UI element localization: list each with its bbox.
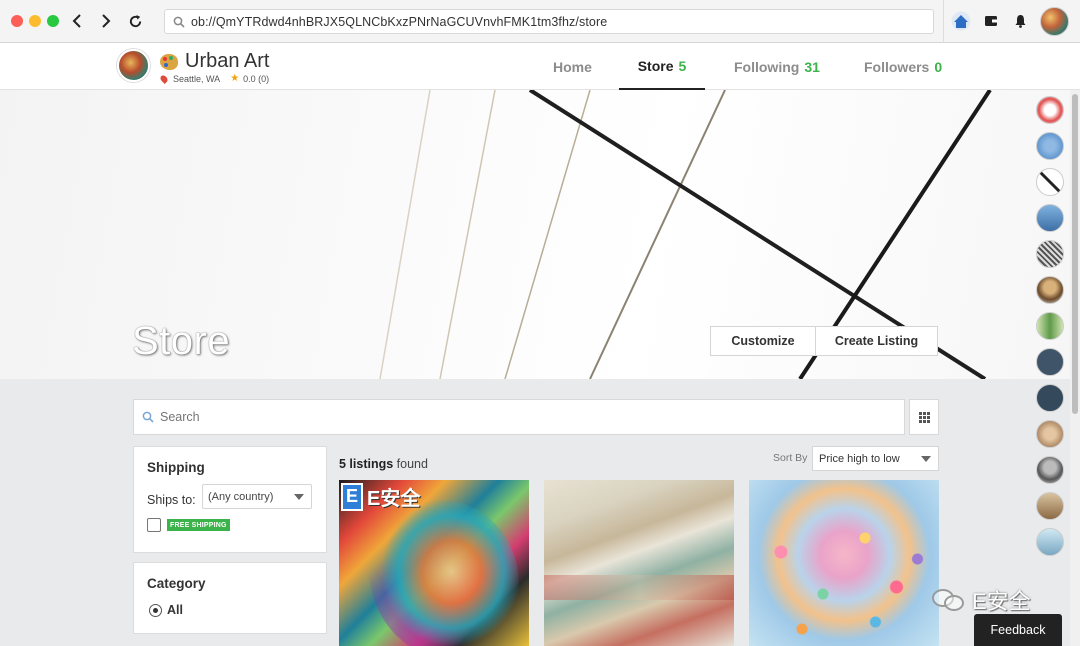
home-icon	[951, 11, 971, 31]
listing-card[interactable]: E E安全	[339, 480, 529, 646]
store-title[interactable]: Urban Art	[185, 50, 269, 73]
tab-store-label: Store	[637, 57, 674, 74]
watermark: E安全	[932, 584, 1031, 616]
grid-view-button[interactable]	[909, 399, 939, 435]
sort-value: Price high to low	[819, 452, 900, 465]
forward-button[interactable]	[95, 9, 117, 33]
home-button[interactable]	[951, 11, 971, 31]
followed-store-avatar[interactable]	[1036, 132, 1064, 160]
wallet-button[interactable]	[981, 11, 1001, 31]
back-button[interactable]	[66, 9, 88, 33]
user-avatar[interactable]	[1040, 7, 1069, 36]
minimize-window-button[interactable]	[29, 15, 41, 27]
store-meta: Seattle, WA ★ 0.0 (0)	[159, 73, 269, 84]
tab-store-count: 5	[678, 57, 687, 74]
category-filter-panel: Category All	[133, 562, 327, 634]
customize-button[interactable]: Customize	[711, 327, 815, 355]
grid-icon	[918, 411, 930, 423]
followed-store-avatar[interactable]	[1036, 168, 1064, 196]
tab-followers-count: 0	[934, 58, 943, 75]
ships-to-label: Ships to:	[147, 493, 196, 507]
maximize-window-button[interactable]	[47, 15, 59, 27]
search-icon	[142, 411, 154, 423]
search-icon	[173, 16, 185, 28]
search-input[interactable]	[160, 410, 860, 424]
tab-store[interactable]: Store 5	[619, 43, 705, 90]
address-bar[interactable]: ob://QmYTRdwd4nhBRJX5QLNCbKxzPNrNaGCUVnv…	[164, 9, 934, 34]
tab-following-label: Following	[734, 58, 800, 75]
watermark-badge: E	[341, 482, 363, 511]
listing-search-box[interactable]	[133, 399, 905, 435]
shipping-filter-panel: Shipping Ships to: (Any country) FREE SH…	[133, 446, 327, 553]
store-location: Seattle, WA	[173, 73, 221, 84]
page-scrollbar[interactable]	[1070, 90, 1080, 646]
chevron-down-icon	[294, 494, 304, 500]
toolbar-divider	[943, 0, 944, 43]
followed-store-avatar[interactable]	[1036, 456, 1064, 484]
wechat-icon	[932, 587, 966, 613]
back-icon	[72, 14, 81, 28]
tab-home-label: Home	[553, 58, 592, 75]
tab-home[interactable]: Home	[553, 43, 592, 90]
store-avatar[interactable]	[117, 49, 150, 82]
banner-title: Store	[132, 319, 231, 363]
listing-card[interactable]	[544, 480, 734, 646]
followed-store-avatar[interactable]	[1036, 204, 1064, 232]
listing-card[interactable]	[749, 480, 939, 646]
store-header: Urban Art Seattle, WA ★ 0.0 (0) Home Sto…	[0, 43, 1080, 90]
notifications-button[interactable]	[1010, 11, 1030, 31]
watermark-logo: E E安全	[341, 482, 420, 511]
forward-icon	[102, 14, 111, 28]
close-window-button[interactable]	[11, 15, 23, 27]
reload-icon	[129, 14, 141, 27]
category-title: Category	[147, 576, 206, 591]
url-text: ob://QmYTRdwd4nhBRJX5QLNCbKxzPNrNaGCUVnv…	[191, 14, 608, 29]
bell-icon	[1015, 15, 1025, 28]
followed-store-avatar[interactable]	[1036, 384, 1064, 412]
tab-following-count: 31	[804, 58, 820, 75]
listings-count: 5 listings found	[339, 457, 428, 471]
followed-store-avatar[interactable]	[1036, 420, 1064, 448]
free-shipping-badge: FREE SHIPPING	[167, 519, 230, 531]
category-all-radio[interactable]	[149, 604, 162, 617]
watermark-brand: E安全	[972, 589, 1031, 614]
ships-to-select[interactable]: (Any country)	[202, 484, 312, 509]
wallet-icon	[985, 16, 997, 26]
free-shipping-checkbox[interactable]	[147, 518, 161, 532]
create-listing-button[interactable]: Create Listing	[815, 327, 937, 355]
tab-followers[interactable]: Followers 0	[864, 43, 942, 90]
browser-toolbar: ob://QmYTRdwd4nhBRJX5QLNCbKxzPNrNaGCUVnv…	[0, 0, 1080, 43]
followed-store-avatar[interactable]	[1036, 240, 1064, 268]
tab-following[interactable]: Following 31	[734, 43, 820, 90]
followed-store-avatar[interactable]	[1036, 348, 1064, 376]
category-all-label[interactable]: All	[167, 603, 183, 617]
sort-select[interactable]: Price high to low	[812, 446, 939, 471]
palette-icon	[160, 53, 178, 70]
reload-button[interactable]	[124, 9, 146, 33]
store-name-group: Urban Art	[160, 50, 269, 73]
followed-store-avatar[interactable]	[1036, 312, 1064, 340]
followed-store-avatar[interactable]	[1036, 492, 1064, 520]
star-icon: ★	[230, 73, 240, 84]
scrollbar-thumb[interactable]	[1072, 94, 1078, 414]
followed-store-avatar[interactable]	[1036, 276, 1064, 304]
chevron-down-icon	[921, 456, 931, 462]
tab-followers-label: Followers	[864, 58, 930, 75]
sort-by-label: Sort By	[773, 452, 808, 464]
listings-count-number: 5 listings	[339, 457, 394, 471]
followed-store-avatar[interactable]	[1036, 528, 1064, 556]
store-banner: Store Customize Create Listing	[0, 90, 1080, 379]
ships-to-value: (Any country)	[208, 490, 274, 503]
shipping-title: Shipping	[147, 460, 205, 475]
location-pin-icon	[159, 73, 169, 84]
watermark-overlay-text: E安全	[367, 488, 421, 510]
listings-found-text: found	[396, 457, 428, 471]
followed-store-avatar[interactable]	[1036, 96, 1064, 124]
store-rating[interactable]: 0.0 (0)	[243, 74, 269, 84]
feedback-button[interactable]: Feedback	[974, 614, 1062, 646]
banner-actions: Customize Create Listing	[710, 326, 938, 356]
